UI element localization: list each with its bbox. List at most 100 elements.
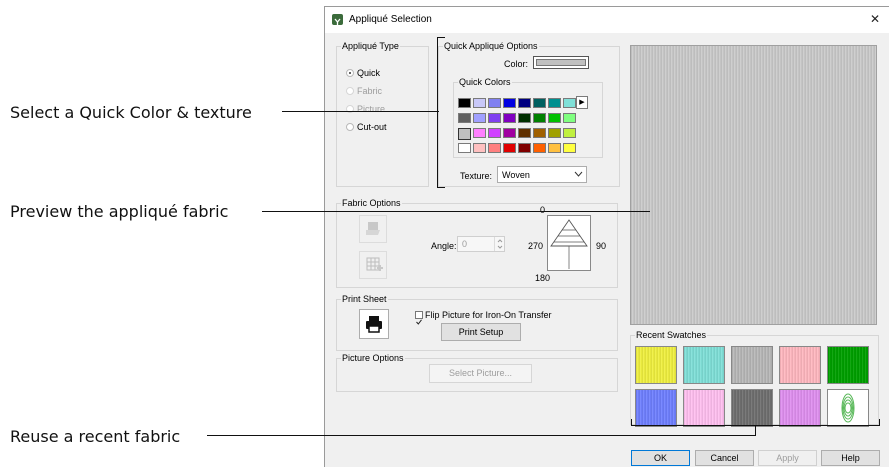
quick-color-swatch[interactable] [458, 98, 471, 108]
quick-color-swatch[interactable] [563, 113, 576, 123]
color-label: Color: [504, 59, 529, 69]
quick-color-swatch[interactable] [548, 98, 561, 108]
radio-fabric-label: Fabric [357, 86, 383, 96]
quick-color-swatch[interactable] [533, 113, 546, 123]
quick-color-swatch[interactable] [518, 128, 531, 138]
radio-quick-label: Quick [357, 68, 381, 78]
cancel-button[interactable]: Cancel [695, 450, 754, 466]
quick-color-swatch[interactable] [518, 113, 531, 123]
callout-bracket-recent-left [631, 419, 632, 426]
dialog-title: Appliqué Selection [349, 14, 432, 25]
texture-value: Woven [502, 170, 530, 180]
quick-color-swatch[interactable] [518, 143, 531, 153]
texture-label: Texture: [460, 171, 493, 181]
apply-button: Apply [758, 450, 817, 466]
quick-color-swatch[interactable] [458, 143, 471, 153]
callout-bracket-top [437, 37, 445, 38]
callout-preview: Preview the appliqué fabric [10, 202, 229, 221]
color-preview [536, 59, 586, 66]
print-button[interactable] [359, 309, 389, 339]
recent-swatch[interactable] [827, 346, 869, 384]
load-fabric-button [359, 215, 387, 243]
help-button[interactable]: Help [821, 450, 880, 466]
fabric-grid-button [359, 251, 387, 279]
angle-dial[interactable] [547, 215, 591, 271]
recent-swatch[interactable] [635, 389, 677, 427]
texture-select[interactable]: Woven [497, 166, 587, 183]
dial-label-top: 0 [540, 205, 546, 215]
fabric-options-label: Fabric Options [341, 198, 402, 209]
radio-quick[interactable] [346, 69, 354, 77]
radio-cut-out[interactable] [346, 123, 354, 131]
quick-color-swatch[interactable] [458, 128, 471, 140]
print-sheet-label: Print Sheet [341, 294, 388, 305]
quick-color-swatch[interactable] [473, 98, 486, 108]
quick-color-swatch[interactable] [473, 128, 486, 138]
flip-label: Flip Picture for Iron-On Transfer [425, 310, 552, 320]
quick-color-swatch[interactable] [548, 128, 561, 138]
callout-bracket-quick-color [437, 37, 438, 188]
title-bar: Appliqué Selection ✕ [325, 7, 889, 33]
quick-colors-label: Quick Colors [458, 77, 512, 88]
angle-label: Angle: [431, 241, 457, 251]
quick-color-swatch[interactable] [503, 143, 516, 153]
applique-selection-dialog: Appliqué Selection ✕ Appliqué Type Quick… [324, 6, 889, 467]
dial-label-right: 90 [596, 241, 607, 251]
printer-icon [366, 316, 382, 333]
recent-swatch[interactable] [731, 389, 773, 427]
recent-swatch[interactable] [827, 389, 869, 427]
angle-spinner[interactable] [494, 237, 505, 251]
angle-input[interactable]: 0 [457, 236, 505, 252]
quick-color-swatch[interactable] [563, 128, 576, 138]
recent-swatch[interactable] [635, 346, 677, 384]
fabric-preview [630, 45, 877, 325]
quick-color-swatch[interactable] [548, 113, 561, 123]
radio-picture-label: Picture [357, 104, 386, 114]
quick-color-swatch[interactable] [488, 98, 501, 108]
quick-color-swatch[interactable] [458, 113, 471, 123]
select-picture-button: Select Picture... [429, 364, 532, 383]
color-button[interactable] [533, 56, 589, 69]
quick-color-swatch[interactable] [503, 113, 516, 123]
callout-line-quick-color [282, 111, 439, 112]
quick-color-swatch[interactable] [488, 113, 501, 123]
quick-color-swatch[interactable] [533, 128, 546, 138]
dial-label-left: 270 [528, 241, 544, 251]
quick-color-swatch[interactable] [503, 128, 516, 138]
recent-swatch[interactable] [731, 346, 773, 384]
print-setup-button[interactable]: Print Setup [441, 323, 521, 341]
ok-button[interactable]: OK [631, 450, 690, 466]
applique-type-label: Appliqué Type [341, 41, 400, 52]
angle-value: 0 [462, 239, 468, 249]
close-icon[interactable]: ✕ [870, 12, 880, 26]
quick-color-swatch[interactable] [473, 143, 486, 153]
callout-bracket-recent [631, 425, 880, 426]
callout-recent: Reuse a recent fabric [10, 427, 181, 446]
quick-color-swatch[interactable] [518, 98, 531, 108]
more-colors-button[interactable]: ▶ [576, 96, 588, 109]
quick-color-swatch[interactable] [488, 143, 501, 153]
recent-swatch[interactable] [779, 389, 821, 427]
radio-fabric [346, 87, 354, 95]
callout-bracket-recent-right [879, 419, 880, 426]
callout-line-recent [207, 435, 756, 436]
quick-color-swatch[interactable] [533, 143, 546, 153]
applique-type-group: Appliqué Type [336, 41, 429, 187]
quick-color-swatch[interactable] [473, 113, 486, 123]
picture-options-label: Picture Options [341, 353, 405, 364]
callout-bracket-bottom [437, 187, 445, 188]
flip-checkbox[interactable] [415, 311, 423, 325]
quick-color-swatch[interactable] [563, 98, 576, 108]
app-icon [332, 14, 343, 25]
recent-swatch[interactable] [779, 346, 821, 384]
callout-line-recent-riser [755, 425, 756, 436]
recent-swatches-label: Recent Swatches [635, 330, 708, 341]
recent-swatch[interactable] [683, 389, 725, 427]
radio-cut-out-label: Cut-out [357, 122, 387, 132]
recent-swatch[interactable] [683, 346, 725, 384]
quick-color-swatch[interactable] [533, 98, 546, 108]
quick-color-swatch[interactable] [503, 98, 516, 108]
quick-color-swatch[interactable] [548, 143, 561, 153]
quick-color-swatch[interactable] [488, 128, 501, 138]
quick-color-swatch[interactable] [563, 143, 576, 153]
